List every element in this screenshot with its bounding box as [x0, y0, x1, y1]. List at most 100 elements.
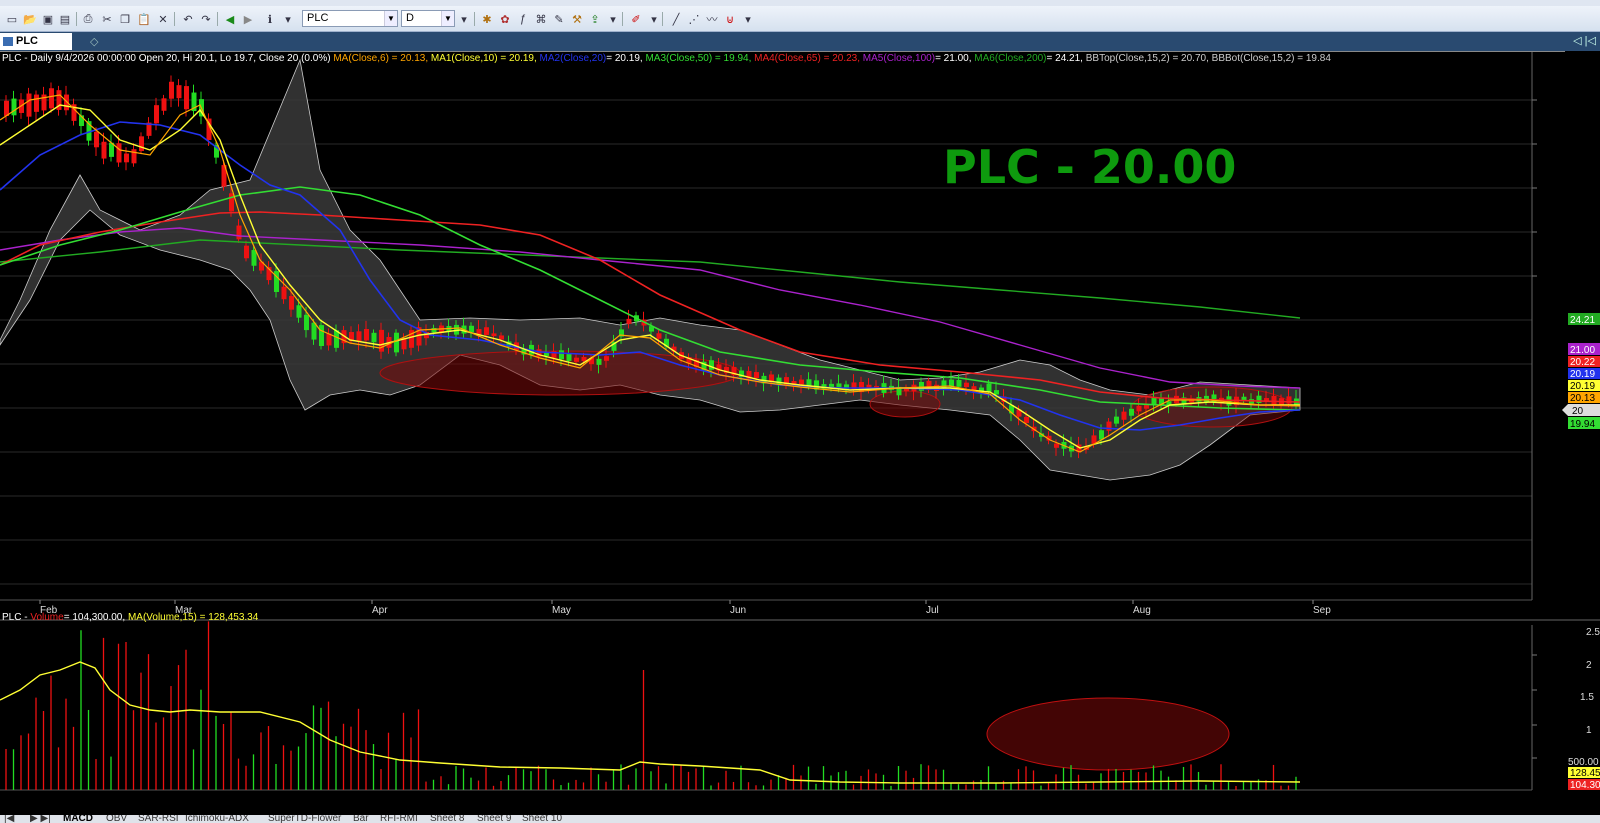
price-tag-ma5: 21.00	[1570, 345, 1595, 356]
vol-ma-tag: 128.45	[1570, 768, 1600, 779]
candle-body	[11, 98, 17, 116]
tab-sheet-10[interactable]: Sheet 10	[522, 815, 562, 823]
tab-obv[interactable]: OBV	[106, 815, 127, 823]
candle-body	[1024, 416, 1029, 424]
candle-body	[356, 331, 362, 342]
candle-body	[581, 356, 587, 362]
candle-body	[1286, 396, 1292, 404]
candle-body	[1151, 397, 1157, 405]
highlight-ellipse	[986, 697, 1230, 771]
candle-body	[364, 329, 369, 341]
vol-y-label: 1	[1586, 725, 1592, 736]
candle-body	[281, 286, 287, 300]
price-tag-ma1: 20.19	[1570, 381, 1595, 392]
candle-body	[131, 149, 137, 164]
candle-body	[484, 327, 489, 335]
candle-body	[139, 136, 144, 152]
candle-body	[229, 193, 234, 212]
vol-tag: 104.30	[1570, 780, 1600, 791]
x-label-jul: Jul	[926, 605, 939, 616]
candle-body	[1256, 395, 1262, 404]
next-sheet-icon[interactable]: ▶ ▶|	[30, 815, 51, 823]
bollinger-band	[0, 58, 1301, 481]
volume-legend: PLC - Volume= 104,300.00, MA(Volume,15) …	[2, 612, 258, 623]
candle-body	[1054, 443, 1059, 448]
candle-body	[184, 86, 189, 110]
candle-body	[394, 332, 399, 353]
candle-body	[161, 98, 167, 111]
candle-body	[4, 100, 9, 116]
tab-supertd-flower[interactable]: SuperTD-Flower	[268, 815, 341, 823]
vol-y-label: 500.00	[1568, 757, 1599, 768]
vol-legend-prefix: PLC -	[2, 612, 28, 623]
candle-body	[851, 382, 857, 391]
candle-body	[116, 143, 122, 163]
candle-body	[709, 360, 714, 370]
x-label-jun: Jun	[730, 605, 746, 616]
vol-legend-ma: MA(Volume,15) = 128,453.34	[127, 612, 259, 623]
price-tag-ma: 20.13	[1570, 393, 1595, 404]
tab-sheet-9[interactable]: Sheet 9	[477, 815, 511, 823]
candle-body	[1129, 408, 1134, 416]
vol-y-label: 1.5	[1580, 692, 1594, 703]
candle-body	[236, 225, 242, 240]
candle-body	[319, 325, 324, 346]
candle-body	[1136, 405, 1142, 412]
vol-y-label: 2.5	[1586, 627, 1600, 638]
candle-body	[1271, 395, 1277, 405]
price-tag-close: 20	[1572, 406, 1584, 417]
vol-legend-volume: Volume	[30, 612, 64, 623]
candle-body	[401, 338, 407, 350]
candle-body	[566, 353, 572, 361]
x-label-apr: Apr	[372, 605, 388, 616]
price-tag-ma6: 24.21	[1570, 315, 1595, 326]
tab-bar[interactable]: Bar	[353, 815, 369, 823]
price-watermark: PLC - 20.00	[943, 140, 1236, 194]
candle-body	[626, 318, 632, 324]
candle-body	[1106, 421, 1112, 431]
sheet-tabs: |◀ ▶ ▶| MACD OBV SAR-RSI Ichimoku-ADX Su…	[0, 815, 1600, 823]
candle-body	[964, 382, 969, 388]
candle-body	[956, 379, 962, 387]
candle-body	[994, 390, 999, 395]
tab-sar-rsi[interactable]: SAR-RSI	[138, 815, 179, 823]
candle-body	[176, 85, 182, 99]
x-label-aug: Aug	[1133, 605, 1151, 616]
tab-sheet-8[interactable]: Sheet 8	[430, 815, 464, 823]
candle-body	[49, 88, 54, 109]
highlight-ellipse	[869, 390, 941, 418]
vol-legend-volume-value: = 104,300.00,	[63, 612, 126, 623]
candle-body	[499, 335, 504, 340]
candle-body	[169, 81, 174, 99]
tab-rfi-rmi[interactable]: RFI-RMI	[380, 815, 418, 823]
candle-body	[986, 383, 992, 392]
candle-body	[1144, 405, 1149, 409]
candle-body	[656, 333, 662, 339]
candle-body	[559, 350, 564, 360]
first-sheet-icon[interactable]: |◀	[4, 815, 14, 823]
candle-body	[154, 105, 159, 124]
candle-body	[304, 314, 309, 331]
candle-body	[296, 305, 302, 318]
candle-body	[604, 356, 609, 361]
price-tag-ma3: 19.94	[1570, 419, 1595, 430]
candle-body	[491, 333, 497, 337]
tab-ichimoku-adx[interactable]: Ichimoku-ADX	[185, 815, 249, 823]
candle-body	[596, 358, 602, 365]
candle-body	[94, 131, 99, 148]
candle-body	[289, 296, 294, 310]
candle-body	[124, 153, 129, 163]
candle-body	[799, 379, 804, 385]
chart-canvas[interactable]: PLC - 20.00 Feb Mar Apr May Jun Jul Aug …	[0, 0, 1600, 823]
price-tag-ma4: 20.22	[1570, 357, 1595, 368]
candle-body	[244, 245, 249, 259]
candle-body	[1121, 411, 1127, 420]
candle-body	[754, 372, 759, 378]
candle-body	[34, 94, 39, 112]
candle-body	[469, 325, 474, 333]
candle-body	[574, 357, 579, 362]
tab-macd[interactable]: MACD	[63, 815, 93, 823]
candle-body	[26, 93, 32, 117]
x-label-may: May	[552, 605, 571, 616]
vol-y-label: 2	[1586, 660, 1592, 671]
